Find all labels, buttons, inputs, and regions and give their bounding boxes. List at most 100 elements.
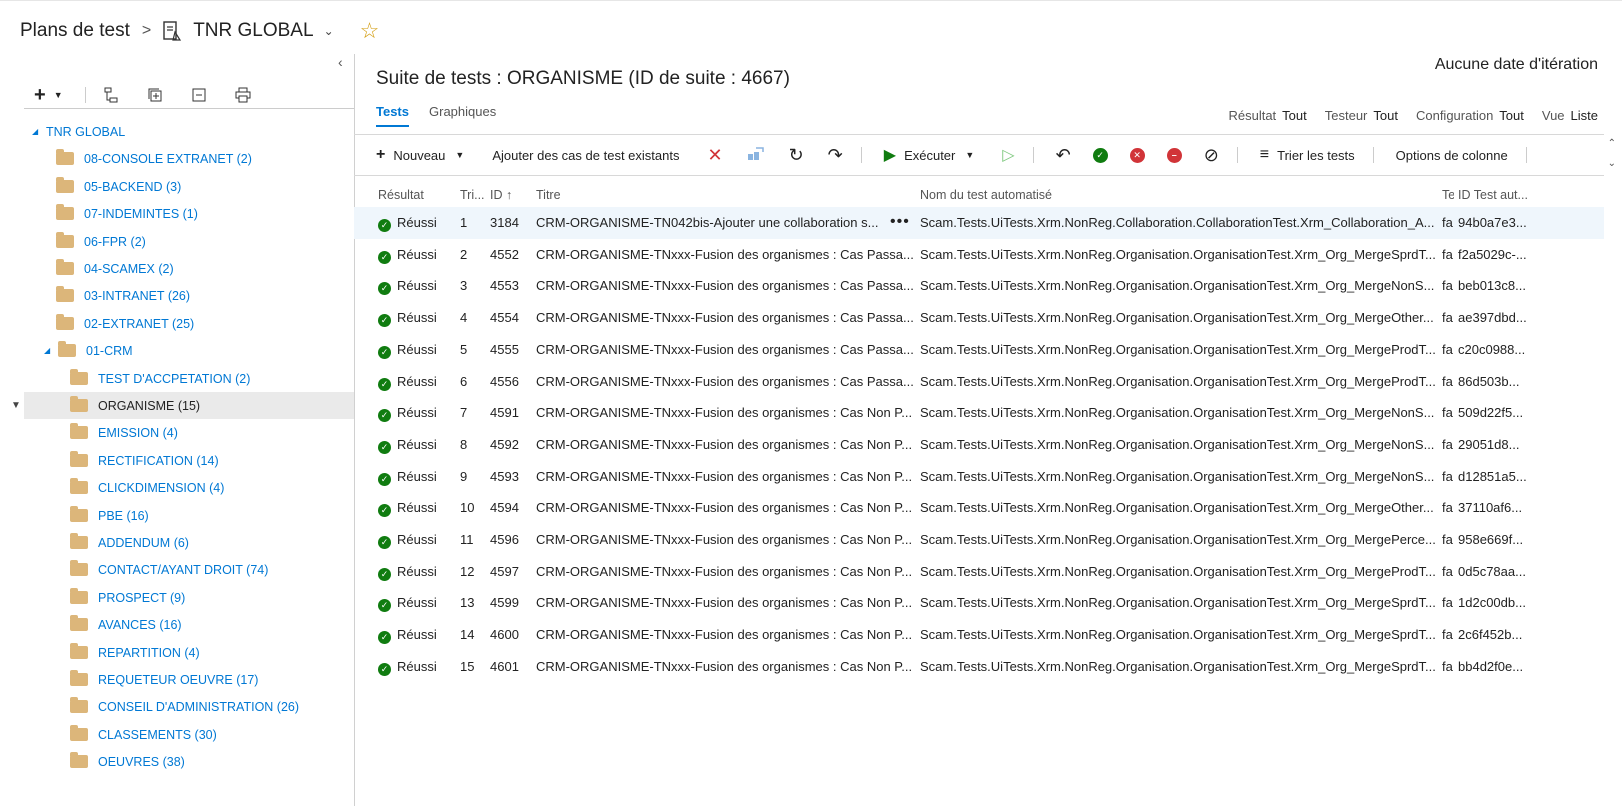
resume-run-icon[interactable]: ▷ bbox=[1002, 145, 1014, 165]
tree-item[interactable]: 06-FPR (2) bbox=[0, 228, 354, 255]
table-row[interactable]: ✓ Réussi 12 4597 CRM-ORGANISME-TNxxx-Fusion … bbox=[354, 556, 1604, 588]
tree-item[interactable]: OEUVRES (38) bbox=[0, 748, 354, 775]
tree-item[interactable]: CLASSEMENTS (30) bbox=[0, 721, 354, 748]
table-row[interactable]: ✓ Réussi 6 4556 CRM-ORGANISME-TNxxx-Fusion d… bbox=[354, 366, 1604, 398]
result-label: Réussi bbox=[397, 247, 437, 262]
print-icon[interactable] bbox=[232, 84, 254, 106]
tree-item[interactable]: CONSEIL D'ADMINISTRATION (26) bbox=[0, 693, 354, 720]
toolbar-scroll[interactable]: ⌃ ⌄ bbox=[1608, 134, 1616, 174]
tab-tests[interactable]: Tests bbox=[376, 104, 409, 127]
cell-te: fa bbox=[1442, 532, 1453, 547]
column-options-button[interactable]: Options de colonne bbox=[1396, 148, 1508, 163]
result-label: Réussi bbox=[397, 627, 437, 642]
assign-configurations-icon[interactable] bbox=[747, 147, 765, 163]
cell-automated-test-id: f2a5029c-... bbox=[1458, 247, 1527, 262]
new-button[interactable]: + Nouveau ▼ bbox=[376, 146, 464, 164]
expanded-arrow-icon[interactable]: ◢ bbox=[32, 127, 40, 136]
plan-selector[interactable]: TNR GLOBAL bbox=[193, 20, 313, 42]
table-row[interactable]: ✓ Réussi 3 4553 CRM-ORGANISME-TNxxx-Fusion d… bbox=[354, 270, 1604, 302]
table-row[interactable]: ✓ Réussi 2 4552 CRM-ORGANISME-TNxxx-Fusion d… bbox=[354, 239, 1604, 271]
table-row[interactable]: ✓ Réussi 1 3184 CRM-ORGANISME-TN042bis-Ajout… bbox=[354, 207, 1604, 239]
column-header-automated-test-id[interactable]: ID Test aut... bbox=[1458, 188, 1558, 202]
cell-automated-test-name: Scam.Tests.UiTests.Xrm.NonReg.Organisati… bbox=[920, 627, 1436, 642]
caret-down-icon[interactable]: ▼ bbox=[54, 90, 63, 100]
filter-result-value[interactable]: Tout bbox=[1282, 108, 1307, 123]
expand-all-icon[interactable] bbox=[144, 84, 166, 106]
expanded-arrow-icon[interactable]: ◢ bbox=[44, 346, 52, 355]
fail-test-icon[interactable]: ✕ bbox=[1129, 147, 1145, 163]
block-test-icon[interactable]: – bbox=[1166, 147, 1182, 163]
not-applicable-icon[interactable]: ⊘ bbox=[1204, 145, 1219, 166]
table-row[interactable]: ✓ Réussi 15 4601 CRM-ORGANISME-TNxxx-Fusion … bbox=[354, 651, 1604, 683]
tree-item[interactable]: REQUETEUR OEUVRE (17) bbox=[0, 666, 354, 693]
table-row[interactable]: ✓ Réussi 7 4591 CRM-ORGANISME-TNxxx-Fusion d… bbox=[354, 397, 1604, 429]
column-header-te[interactable]: Te bbox=[1442, 188, 1454, 202]
column-header-id[interactable]: ID ↑ bbox=[490, 188, 532, 202]
cell-automated-test-id: bb4d2f0e... bbox=[1458, 659, 1524, 674]
add-icon[interactable]: + bbox=[34, 84, 46, 107]
refresh-icon[interactable]: ↻ bbox=[789, 145, 804, 166]
tree-item[interactable]: PBE (16) bbox=[0, 502, 354, 529]
more-actions-icon[interactable]: ••• bbox=[890, 213, 910, 231]
add-existing-button[interactable]: Ajouter des cas de test existants bbox=[492, 148, 679, 163]
folder-icon bbox=[70, 506, 88, 522]
tree-item[interactable]: TEST D'ACCPETATION (2) bbox=[0, 365, 354, 392]
reset-icon[interactable]: ↶ bbox=[1056, 145, 1071, 166]
table-row[interactable]: ✓ Réussi 11 4596 CRM-ORGANISME-TNxxx-Fusion … bbox=[354, 524, 1604, 556]
filter-tester-value[interactable]: Tout bbox=[1373, 108, 1398, 123]
tree-item[interactable]: CONTACT/AYANT DROIT (74) bbox=[0, 556, 354, 583]
folder-icon bbox=[56, 204, 74, 220]
run-button[interactable]: ▶ Exécuter ▼ bbox=[884, 145, 975, 165]
pass-test-icon[interactable]: ✓ bbox=[1092, 147, 1108, 163]
tree-item[interactable]: REPARTITION (4) bbox=[0, 639, 354, 666]
passed-check-icon: ✓ bbox=[378, 219, 391, 232]
table-row[interactable]: ✓ Réussi 14 4600 CRM-ORGANISME-TNxxx-Fusion … bbox=[354, 619, 1604, 651]
favorite-star-icon[interactable]: ☆ bbox=[360, 18, 380, 44]
tree-item[interactable]: RECTIFICATION (14) bbox=[0, 447, 354, 474]
filter-configuration-label: Configuration bbox=[1415, 108, 1494, 123]
breadcrumb-test-plans[interactable]: Plans de test bbox=[20, 20, 130, 42]
tree-root-item[interactable]: ◢ TNR GLOBAL bbox=[0, 118, 354, 145]
filter-view-value[interactable]: Liste bbox=[1571, 108, 1598, 123]
column-header-result[interactable]: Résultat bbox=[378, 188, 456, 202]
tree-item[interactable]: 04-SCAMEX (2) bbox=[0, 255, 354, 282]
column-header-title[interactable]: Titre bbox=[536, 188, 928, 202]
tree-item[interactable]: PROSPECT (9) bbox=[0, 584, 354, 611]
hierarchy-icon[interactable] bbox=[100, 84, 122, 106]
chevron-up-icon[interactable]: ⌃ bbox=[1608, 134, 1616, 154]
table-row[interactable]: ✓ Réussi 13 4599 CRM-ORGANISME-TNxxx-Fusion … bbox=[354, 587, 1604, 619]
tree-item[interactable]: ◢ 01-CRM bbox=[0, 337, 354, 364]
table-row[interactable]: ✓ Réussi 9 4593 CRM-ORGANISME-TNxxx-Fusion d… bbox=[354, 461, 1604, 493]
sort-tests-button[interactable]: ≡ Trier les tests bbox=[1260, 146, 1355, 164]
tree-item[interactable]: AVANCES (16) bbox=[0, 611, 354, 638]
table-row[interactable]: ✓ Réussi 10 4594 CRM-ORGANISME-TNxxx-Fusion … bbox=[354, 492, 1604, 524]
tree-item[interactable]: 07-INDEMINTES (1) bbox=[0, 200, 354, 227]
tree-item[interactable]: ADDENDUM (6) bbox=[0, 529, 354, 556]
folder-icon bbox=[70, 478, 88, 494]
tree-item[interactable]: EMISSION (4) bbox=[0, 419, 354, 446]
tree-item[interactable]: ▼ ORGANISME (15) bbox=[11, 392, 354, 419]
chevron-down-icon[interactable]: ⌄ bbox=[1608, 154, 1616, 174]
chevron-down-icon[interactable]: ⌄ bbox=[324, 24, 334, 38]
cell-automated-test-name: Scam.Tests.UiTests.Xrm.NonReg.Organisati… bbox=[920, 247, 1436, 262]
tree-item[interactable]: 02-EXTRANET (25) bbox=[0, 310, 354, 337]
column-header-order[interactable]: Tri... bbox=[460, 188, 486, 202]
redo-icon[interactable]: ↷ bbox=[828, 145, 843, 166]
tree-item[interactable]: 08-CONSOLE EXTRANET (2) bbox=[0, 145, 354, 172]
tree-item[interactable]: 05-BACKEND (3) bbox=[0, 173, 354, 200]
cell-order: 9 bbox=[460, 469, 468, 484]
table-row[interactable]: ✓ Réussi 4 4554 CRM-ORGANISME-TNxxx-Fusion d… bbox=[354, 302, 1604, 334]
collapse-panel-icon[interactable]: ‹ bbox=[338, 54, 343, 70]
tree-item-label: 07-INDEMINTES (1) bbox=[84, 206, 198, 221]
cell-order: 7 bbox=[460, 405, 468, 420]
table-row[interactable]: ✓ Réussi 5 4555 CRM-ORGANISME-TNxxx-Fusion d… bbox=[354, 334, 1604, 366]
column-header-automated-test-name[interactable]: Nom du test automatisé bbox=[920, 188, 1438, 202]
tree-item-label: CONTACT/AYANT DROIT (74) bbox=[98, 562, 269, 577]
tree-item[interactable]: 03-INTRANET (26) bbox=[0, 282, 354, 309]
filter-configuration-value[interactable]: Tout bbox=[1499, 108, 1524, 123]
collapse-all-icon[interactable] bbox=[188, 84, 210, 106]
tree-item[interactable]: CLICKDIMENSION (4) bbox=[0, 474, 354, 501]
remove-icon[interactable]: ✕ bbox=[707, 145, 722, 166]
tab-charts[interactable]: Graphiques bbox=[429, 104, 496, 127]
table-row[interactable]: ✓ Réussi 8 4592 CRM-ORGANISME-TNxxx-Fusion d… bbox=[354, 429, 1604, 461]
